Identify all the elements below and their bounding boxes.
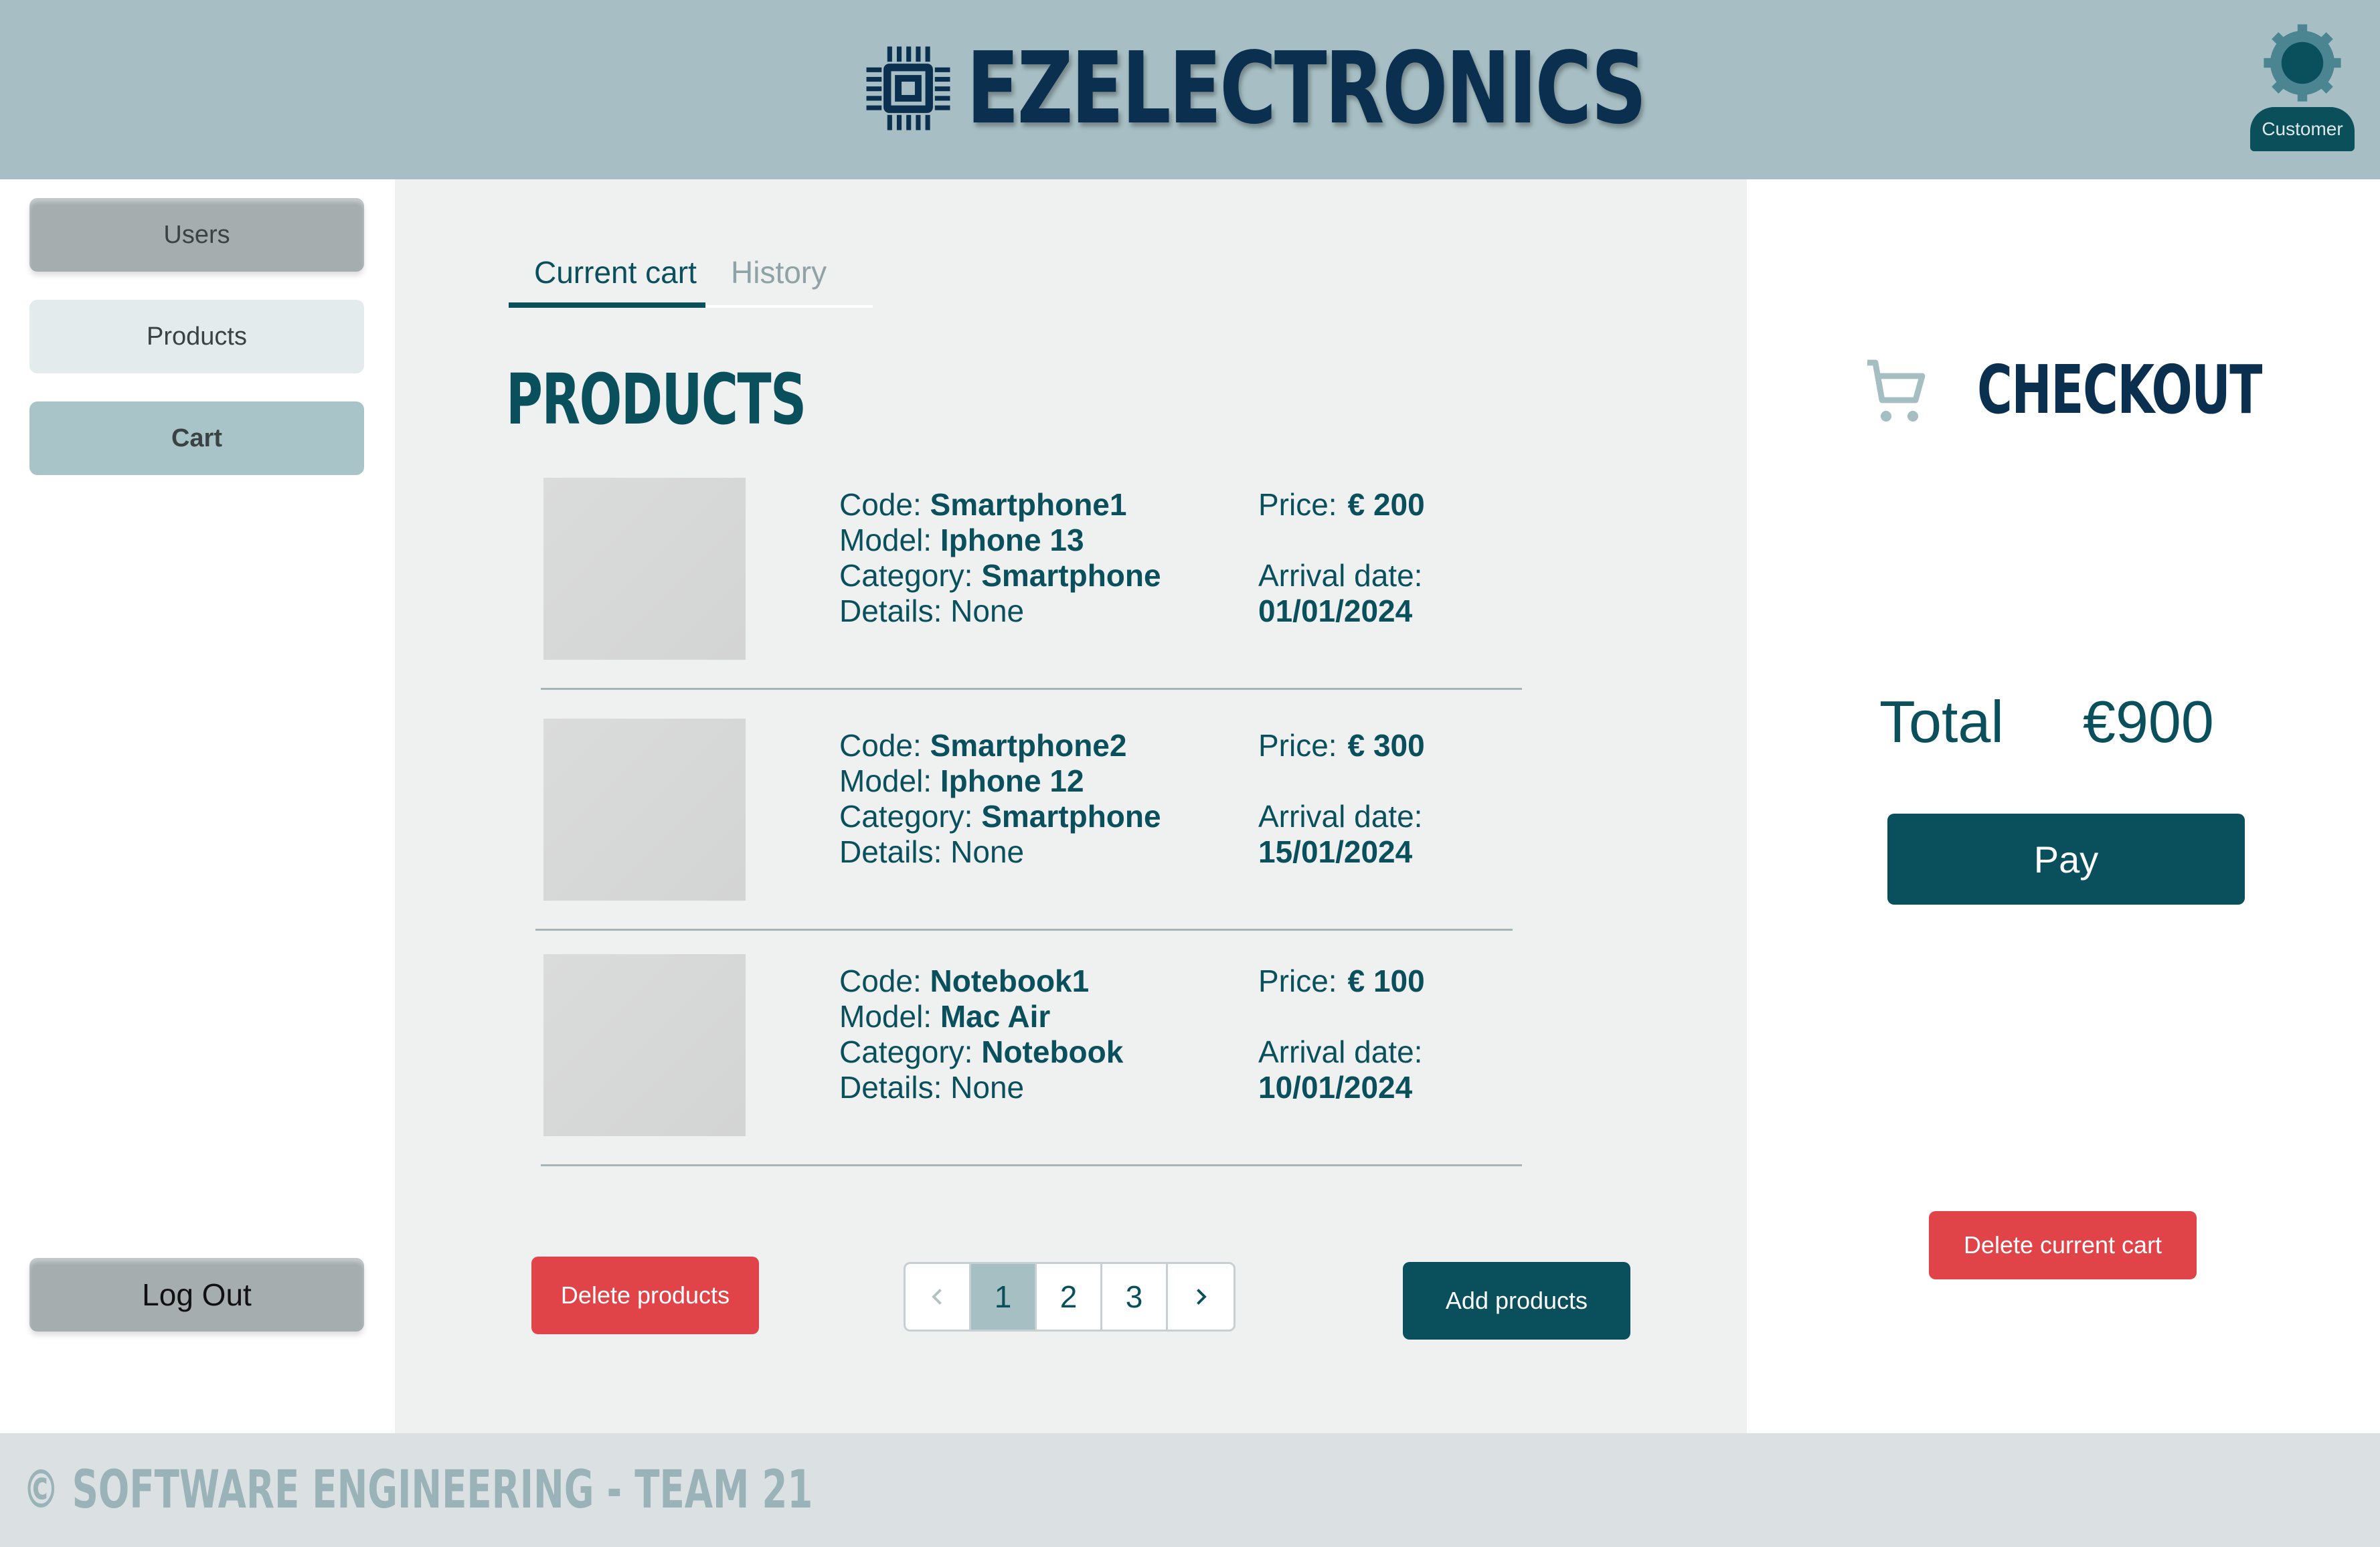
cart-icon bbox=[1867, 359, 1926, 422]
tab-history[interactable]: History bbox=[731, 254, 827, 290]
product-details: None bbox=[950, 594, 1025, 628]
sidebar: Users Products Cart Log Out bbox=[0, 179, 395, 1433]
tab-current-cart[interactable]: Current cart bbox=[534, 254, 697, 290]
footer-copyright: © SOFTWARE ENGINEERING - TEAM 21 bbox=[23, 1460, 813, 1520]
product-image bbox=[543, 719, 746, 901]
total-label: Total bbox=[1879, 689, 2004, 755]
total-value: €900 bbox=[2083, 689, 2214, 755]
product-details: None bbox=[950, 834, 1025, 869]
gear-icon bbox=[2264, 24, 2341, 102]
product-arrival: Arrival date: 10/01/2024 bbox=[1258, 1034, 1423, 1105]
add-products-button[interactable]: Add products bbox=[1403, 1262, 1630, 1340]
user-menu[interactable]: Customer bbox=[2250, 23, 2355, 154]
product-code: Notebook1 bbox=[930, 964, 1090, 998]
product-details: None bbox=[950, 1070, 1025, 1105]
sidebar-item-products[interactable]: Products bbox=[29, 300, 364, 373]
footer: © SOFTWARE ENGINEERING - TEAM 21 bbox=[0, 1433, 2380, 1547]
product-code: Smartphone1 bbox=[930, 487, 1127, 522]
sidebar-item-cart[interactable]: Cart bbox=[29, 401, 364, 475]
product-item[interactable]: Code: Smartphone1 Model: Iphone 13 Categ… bbox=[535, 478, 1522, 719]
delete-cart-button[interactable]: Delete current cart bbox=[1929, 1211, 2197, 1279]
brand-logo[interactable]: EZELECTRONICS bbox=[861, 31, 1836, 146]
product-price: Price: € 300 bbox=[1258, 728, 1425, 763]
product-info: Code: Smartphone2 Model: Iphone 12 Categ… bbox=[839, 728, 1161, 869]
divider bbox=[541, 1164, 1522, 1166]
active-tab-indicator bbox=[509, 302, 705, 308]
product-code: Smartphone2 bbox=[930, 728, 1127, 763]
product-model: Iphone 13 bbox=[940, 523, 1084, 557]
divider bbox=[535, 929, 1513, 931]
pagination-page-3[interactable]: 3 bbox=[1102, 1264, 1168, 1330]
user-role-badge: Customer bbox=[2250, 107, 2355, 151]
product-category: Smartphone bbox=[981, 799, 1161, 834]
product-info: Code: Notebook1 Model: Mac Air Category:… bbox=[839, 964, 1124, 1105]
pagination-prev-button[interactable] bbox=[906, 1264, 971, 1330]
delete-products-button[interactable]: Delete products bbox=[531, 1257, 759, 1334]
cart-tabs: Current cart History bbox=[509, 246, 873, 308]
logout-button[interactable]: Log Out bbox=[29, 1258, 364, 1332]
pagination-next-button[interactable] bbox=[1168, 1264, 1234, 1330]
checkout-title: CHECKOUT bbox=[1977, 351, 2262, 429]
chevron-left-icon bbox=[931, 1289, 942, 1305]
product-model: Iphone 12 bbox=[940, 763, 1084, 798]
sidebar-item-users[interactable]: Users bbox=[29, 198, 364, 272]
header: EZELECTRONICS Customer bbox=[0, 0, 2380, 179]
product-arrival: Arrival date: 01/01/2024 bbox=[1258, 558, 1423, 628]
pagination-page-1[interactable]: 1 bbox=[971, 1264, 1037, 1330]
chip-icon bbox=[866, 46, 950, 130]
product-arrival: Arrival date: 15/01/2024 bbox=[1258, 799, 1423, 869]
chevron-right-icon bbox=[1197, 1289, 1207, 1305]
product-item[interactable]: Code: Smartphone2 Model: Iphone 12 Categ… bbox=[535, 719, 1519, 960]
product-price: Price: € 200 bbox=[1258, 487, 1425, 522]
pay-button[interactable]: Pay bbox=[1887, 814, 2245, 905]
divider bbox=[541, 688, 1522, 690]
main-content: Current cart History PRODUCTS Code: Smar… bbox=[395, 179, 1747, 1433]
product-category: Smartphone bbox=[981, 558, 1161, 593]
product-image bbox=[543, 478, 746, 660]
page-title: PRODUCTS bbox=[506, 359, 806, 440]
product-image bbox=[543, 954, 746, 1136]
brand-name: EZELECTRONICS bbox=[966, 31, 1646, 146]
product-category: Notebook bbox=[981, 1034, 1124, 1069]
product-info: Code: Smartphone1 Model: Iphone 13 Categ… bbox=[839, 487, 1161, 628]
product-price: Price: € 100 bbox=[1258, 964, 1425, 998]
pagination-page-2[interactable]: 2 bbox=[1037, 1264, 1102, 1330]
pagination: 1 2 3 bbox=[904, 1262, 1236, 1332]
checkout-panel: CHECKOUT Total €900 Pay Delete current c… bbox=[1747, 179, 2380, 1433]
product-model: Mac Air bbox=[940, 999, 1051, 1034]
product-item[interactable]: Code: Notebook1 Model: Mac Air Category:… bbox=[535, 954, 1522, 1195]
